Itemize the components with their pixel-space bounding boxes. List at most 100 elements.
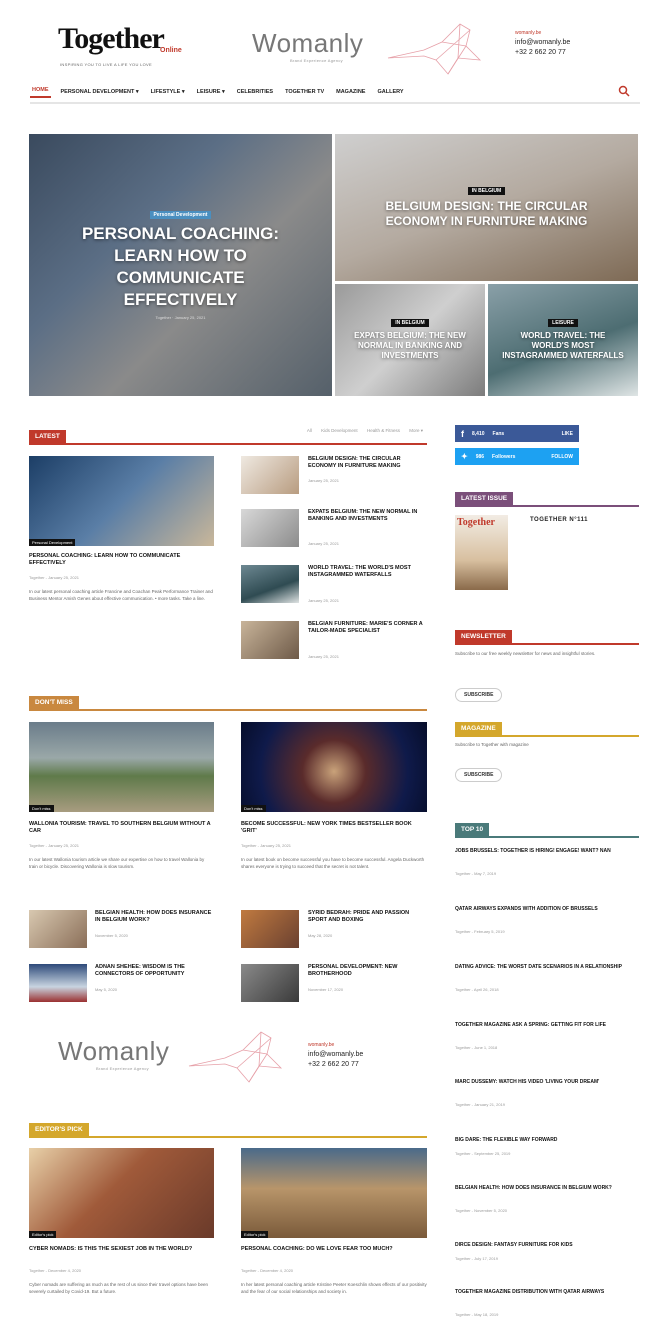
banner-contact: womanly.be info@womanly.be +32 2 662 20 … <box>308 1040 363 1070</box>
top10-title-7[interactable]: BELGIAN HEALTH: HOW DOES INSURANCE IN BE… <box>455 1185 635 1192</box>
latest-title-4[interactable]: BELGIAN FURNITURE: MARIE'S CORNER A TAIL… <box>308 621 428 635</box>
site-logo[interactable]: Together <box>58 22 165 56</box>
featured-main-category[interactable]: Personal Development <box>149 210 212 219</box>
banner-womanly-logo[interactable]: Womanly <box>58 1036 169 1067</box>
nav-gallery[interactable]: GALLERY <box>375 89 405 95</box>
dontmiss-title-2[interactable]: BECOME SUCCESSFUL: NEW YORK TIMES BESTSE… <box>241 821 427 835</box>
featured-right-category[interactable]: LEISURE <box>548 319 578 327</box>
dontmiss-image-2[interactable]: Don't miss <box>241 722 427 812</box>
top10-meta-4: Together - June 1, 2018 <box>455 1045 498 1050</box>
latest-main-image[interactable]: Personal Development <box>29 456 214 546</box>
banner-contact-site[interactable]: womanly.be <box>308 1040 363 1050</box>
tab-all[interactable]: All <box>307 428 312 433</box>
contact-phone: +32 2 662 20 77 <box>515 49 566 56</box>
dontmiss-category-2[interactable]: Don't miss <box>241 805 266 812</box>
featured-top[interactable]: IN BELGIUM BELGIUM DESIGN: THE CIRCULAR … <box>335 134 638 281</box>
dontmiss-title-1[interactable]: WALLONIA TOURISM: TRAVEL TO SOUTHERN BEL… <box>29 821 214 835</box>
latest-thumb-4[interactable] <box>241 621 299 659</box>
newsletter-subscribe-button[interactable]: SUBSCRIBE <box>455 688 503 702</box>
top10-title-6[interactable]: BIG DARE: THE FLEXIBLE WAY FORWARD <box>455 1137 635 1144</box>
top10-meta-7: Together - November 5, 2020 <box>455 1208 508 1213</box>
editors-category-1[interactable]: Editor's pick <box>29 1231 57 1238</box>
dontmiss-small-thumb-2[interactable] <box>241 910 299 948</box>
top10-title-1[interactable]: JOBS BRUSSELS: TOGETHER IS HIRING! ENGAG… <box>455 848 635 855</box>
magazine-subscribe-button[interactable]: SUBSCRIBE <box>455 768 503 782</box>
twitter-follow-bar[interactable]: ✦ 986 Followers FOLLOW <box>455 448 579 465</box>
top10-title-8[interactable]: DIRCE DESIGN: FANTASY FURNITURE FOR KIDS <box>455 1242 635 1249</box>
editors-image-1[interactable]: Editor's pick <box>29 1148 214 1238</box>
dontmiss-section-header: DON'T MISS <box>29 691 427 711</box>
nav-together-tv[interactable]: TOGETHER TV <box>283 89 326 95</box>
dontmiss-small-title-4[interactable]: PERSONAL DEVELOPMENT: NEW BROTHERHOOD <box>308 964 428 978</box>
logo-online-text: Online <box>160 47 182 54</box>
top10-title-4[interactable]: TOGETHER MAGAZINE ASK A SPRING: GETTING … <box>455 1022 635 1029</box>
latest-title-2[interactable]: EXPATS BELGIUM: THE NEW NORMAL IN BANKIN… <box>308 509 428 523</box>
latest-title-1[interactable]: BELGIUM DESIGN: THE CIRCULAR ECONOMY IN … <box>308 456 428 470</box>
twitter-follow-button[interactable]: FOLLOW <box>551 454 573 460</box>
editors-title-1[interactable]: CYBER NOMADS: IS THIS THE SEXIEST JOB IN… <box>29 1246 214 1253</box>
latest-main-title[interactable]: PERSONAL COACHING: LEARN HOW TO COMMUNIC… <box>29 553 214 567</box>
featured-main-title[interactable]: PERSONAL COACHING: LEARN HOW TO COMMUNIC… <box>29 223 332 311</box>
latest-thumb-3[interactable] <box>241 565 299 603</box>
facebook-like-bar[interactable]: f 8,410 Fans LIKE <box>455 425 579 442</box>
editors-label: EDITOR'S PICK <box>29 1123 89 1136</box>
top10-title-2[interactable]: QATAR AIRWAYS EXPANDS WITH ADDITION OF B… <box>455 906 635 913</box>
latest-main-category[interactable]: Personal Development <box>29 539 76 546</box>
latest-meta-1: January 25, 2021 <box>308 478 339 483</box>
banner-contact-phone: +32 2 662 20 77 <box>308 1061 359 1068</box>
nav-leisure[interactable]: LEISURE ▾ <box>195 89 227 95</box>
facebook-like-button[interactable]: LIKE <box>562 431 573 437</box>
logo-tagline: INSPIRING YOU TO LIVE A LIFE YOU LOVE <box>60 62 152 67</box>
editors-meta-1: Together - December 4, 2020 <box>29 1268 82 1273</box>
magazine-cover[interactable]: Together <box>455 515 508 590</box>
newsletter-header: NEWSLETTER <box>455 625 639 645</box>
tab-more[interactable]: More ▾ <box>409 428 423 433</box>
womanly-logo[interactable]: Womanly <box>252 28 363 59</box>
dontmiss-meta-1: Together - January 25, 2021 <box>29 843 80 848</box>
dontmiss-image-1[interactable]: Don't miss <box>29 722 214 812</box>
dontmiss-category-1[interactable]: Don't miss <box>29 805 54 812</box>
top10-label: TOP 10 <box>455 823 490 836</box>
latest-title-3[interactable]: WORLD TRAVEL: THE WORLD'S MOST INSTAGRAM… <box>308 565 428 579</box>
latest-issue-title[interactable]: TOGETHER N°111 <box>530 517 588 523</box>
featured-top-category[interactable]: IN BELGIUM <box>467 186 506 195</box>
nav-home[interactable]: HOME <box>30 87 51 98</box>
dontmiss-small-thumb-4[interactable] <box>241 964 299 1002</box>
tab-kids-development[interactable]: Kids Development <box>321 428 358 433</box>
editors-category-2[interactable]: Editor's pick <box>241 1231 269 1238</box>
featured-left-title[interactable]: EXPATS BELGIUM: THE NEW NORMAL IN BANKIN… <box>335 331 485 361</box>
featured-right[interactable]: LEISURE WORLD TRAVEL: THE WORLD'S MOST I… <box>488 284 638 396</box>
contact-email[interactable]: info@womanly.be <box>515 38 570 48</box>
tab-health-fitness[interactable]: Health & Fitness <box>367 428 400 433</box>
top10-title-5[interactable]: MARC DUSSEMY: WATCH HIS VIDEO 'LIVING YO… <box>455 1079 635 1086</box>
dontmiss-small-title-2[interactable]: SYRID BEDRAH: PRIDE AND PASSION SPORT AN… <box>308 910 428 924</box>
banner-contact-email[interactable]: info@womanly.be <box>308 1050 363 1060</box>
dontmiss-small-thumb-3[interactable] <box>29 964 87 1002</box>
nav-lifestyle[interactable]: LIFESTYLE ▾ <box>149 89 187 95</box>
contact-site[interactable]: womanly.be <box>515 28 570 38</box>
magazine-header: MAGAZINE <box>455 717 639 737</box>
nav-magazine[interactable]: MAGAZINE <box>334 89 367 95</box>
featured-left[interactable]: IN BELGIUM EXPATS BELGIUM: THE NEW NORMA… <box>335 284 485 396</box>
editors-title-2[interactable]: PERSONAL COACHING: DO WE LOVE FEAR TOO M… <box>241 1246 427 1253</box>
latest-thumb-1[interactable] <box>241 456 299 494</box>
search-icon[interactable] <box>618 85 630 97</box>
dontmiss-divider <box>29 709 427 711</box>
dontmiss-small-title-3[interactable]: ADNAN SHEHEE: WISDOM IS THE CONNECTORS O… <box>95 964 215 978</box>
top10-divider <box>455 836 639 838</box>
featured-right-title[interactable]: WORLD TRAVEL: THE WORLD'S MOST INSTAGRAM… <box>488 331 638 361</box>
womanly-banner[interactable]: Womanly Brand Experience Agency womanly.… <box>30 1022 428 1092</box>
magazine-label: MAGAZINE <box>455 722 502 735</box>
top10-title-3[interactable]: DATING ADVICE: THE WORST DATE SCENARIOS … <box>455 964 635 971</box>
latest-thumb-2[interactable] <box>241 509 299 547</box>
nav-personal-development[interactable]: PERSONAL DEVELOPMENT ▾ <box>59 89 141 95</box>
nav-celebrities[interactable]: CELEBRITIES <box>235 89 275 95</box>
latest-label: LATEST <box>29 430 66 443</box>
featured-main[interactable]: Personal Development PERSONAL COACHING: … <box>29 134 332 396</box>
featured-left-category[interactable]: IN BELGIUM <box>391 319 429 327</box>
dontmiss-small-thumb-1[interactable] <box>29 910 87 948</box>
top10-title-9[interactable]: TOGETHER MAGAZINE DISTRIBUTION WITH QATA… <box>455 1289 635 1296</box>
dontmiss-small-title-1[interactable]: BELGIAN HEALTH: HOW DOES INSURANCE IN BE… <box>95 910 215 924</box>
editors-image-2[interactable]: Editor's pick <box>241 1148 427 1238</box>
featured-top-title[interactable]: BELGIUM DESIGN: THE CIRCULAR ECONOMY IN … <box>335 199 638 229</box>
